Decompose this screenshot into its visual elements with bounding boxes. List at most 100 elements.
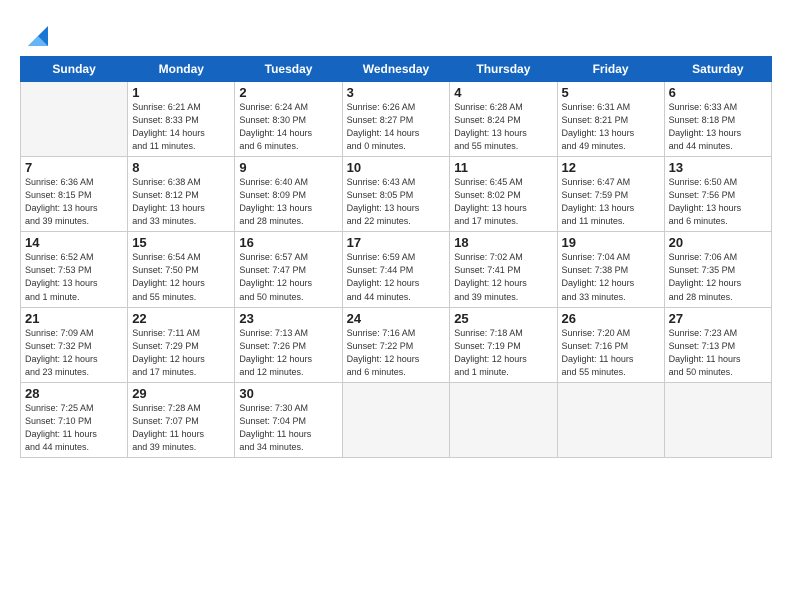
calendar-cell [664,382,771,457]
day-number: 13 [669,160,767,175]
day-info: Sunrise: 6:47 AMSunset: 7:59 PMDaylight:… [562,176,660,228]
calendar-week-1: 1Sunrise: 6:21 AMSunset: 8:33 PMDaylight… [21,82,772,157]
calendar-header-thursday: Thursday [450,57,557,82]
calendar-cell: 23Sunrise: 7:13 AMSunset: 7:26 PMDayligh… [235,307,342,382]
calendar-cell: 25Sunrise: 7:18 AMSunset: 7:19 PMDayligh… [450,307,557,382]
day-number: 7 [25,160,123,175]
day-number: 15 [132,235,230,250]
day-info: Sunrise: 7:11 AMSunset: 7:29 PMDaylight:… [132,327,230,379]
day-number: 18 [454,235,552,250]
day-info: Sunrise: 7:04 AMSunset: 7:38 PMDaylight:… [562,251,660,303]
day-info: Sunrise: 6:59 AMSunset: 7:44 PMDaylight:… [347,251,446,303]
day-number: 16 [239,235,337,250]
day-info: Sunrise: 6:50 AMSunset: 7:56 PMDaylight:… [669,176,767,228]
calendar-cell: 9Sunrise: 6:40 AMSunset: 8:09 PMDaylight… [235,157,342,232]
day-number: 11 [454,160,552,175]
calendar-header-row: SundayMondayTuesdayWednesdayThursdayFrid… [21,57,772,82]
calendar-header-wednesday: Wednesday [342,57,450,82]
calendar-cell: 4Sunrise: 6:28 AMSunset: 8:24 PMDaylight… [450,82,557,157]
day-info: Sunrise: 7:23 AMSunset: 7:13 PMDaylight:… [669,327,767,379]
calendar-cell: 20Sunrise: 7:06 AMSunset: 7:35 PMDayligh… [664,232,771,307]
day-number: 23 [239,311,337,326]
day-info: Sunrise: 6:54 AMSunset: 7:50 PMDaylight:… [132,251,230,303]
day-info: Sunrise: 7:18 AMSunset: 7:19 PMDaylight:… [454,327,552,379]
day-number: 30 [239,386,337,401]
day-info: Sunrise: 6:45 AMSunset: 8:02 PMDaylight:… [454,176,552,228]
day-number: 14 [25,235,123,250]
calendar-cell [342,382,450,457]
calendar-week-4: 21Sunrise: 7:09 AMSunset: 7:32 PMDayligh… [21,307,772,382]
day-info: Sunrise: 6:33 AMSunset: 8:18 PMDaylight:… [669,101,767,153]
calendar-cell [557,382,664,457]
calendar-cell: 8Sunrise: 6:38 AMSunset: 8:12 PMDaylight… [128,157,235,232]
day-info: Sunrise: 7:02 AMSunset: 7:41 PMDaylight:… [454,251,552,303]
day-info: Sunrise: 7:30 AMSunset: 7:04 PMDaylight:… [239,402,337,454]
day-info: Sunrise: 6:57 AMSunset: 7:47 PMDaylight:… [239,251,337,303]
day-number: 26 [562,311,660,326]
day-info: Sunrise: 6:28 AMSunset: 8:24 PMDaylight:… [454,101,552,153]
day-info: Sunrise: 6:24 AMSunset: 8:30 PMDaylight:… [239,101,337,153]
calendar-cell: 18Sunrise: 7:02 AMSunset: 7:41 PMDayligh… [450,232,557,307]
day-number: 1 [132,85,230,100]
calendar-cell: 6Sunrise: 6:33 AMSunset: 8:18 PMDaylight… [664,82,771,157]
day-info: Sunrise: 7:20 AMSunset: 7:16 PMDaylight:… [562,327,660,379]
calendar-cell [450,382,557,457]
calendar-cell: 14Sunrise: 6:52 AMSunset: 7:53 PMDayligh… [21,232,128,307]
day-number: 12 [562,160,660,175]
calendar-header-sunday: Sunday [21,57,128,82]
day-number: 4 [454,85,552,100]
calendar-cell: 29Sunrise: 7:28 AMSunset: 7:07 PMDayligh… [128,382,235,457]
calendar-cell: 24Sunrise: 7:16 AMSunset: 7:22 PMDayligh… [342,307,450,382]
calendar-cell: 30Sunrise: 7:30 AMSunset: 7:04 PMDayligh… [235,382,342,457]
calendar-cell: 11Sunrise: 6:45 AMSunset: 8:02 PMDayligh… [450,157,557,232]
day-info: Sunrise: 6:36 AMSunset: 8:15 PMDaylight:… [25,176,123,228]
day-number: 5 [562,85,660,100]
calendar-cell: 2Sunrise: 6:24 AMSunset: 8:30 PMDaylight… [235,82,342,157]
day-info: Sunrise: 6:40 AMSunset: 8:09 PMDaylight:… [239,176,337,228]
day-number: 17 [347,235,446,250]
day-number: 8 [132,160,230,175]
calendar-cell: 5Sunrise: 6:31 AMSunset: 8:21 PMDaylight… [557,82,664,157]
calendar-cell: 7Sunrise: 6:36 AMSunset: 8:15 PMDaylight… [21,157,128,232]
header [20,18,772,50]
calendar-header-saturday: Saturday [664,57,771,82]
day-info: Sunrise: 6:21 AMSunset: 8:33 PMDaylight:… [132,101,230,153]
day-info: Sunrise: 6:26 AMSunset: 8:27 PMDaylight:… [347,101,446,153]
calendar-week-2: 7Sunrise: 6:36 AMSunset: 8:15 PMDaylight… [21,157,772,232]
day-number: 6 [669,85,767,100]
day-info: Sunrise: 6:31 AMSunset: 8:21 PMDaylight:… [562,101,660,153]
page: SundayMondayTuesdayWednesdayThursdayFrid… [0,0,792,612]
day-number: 19 [562,235,660,250]
calendar-cell [21,82,128,157]
calendar-cell: 27Sunrise: 7:23 AMSunset: 7:13 PMDayligh… [664,307,771,382]
calendar-week-3: 14Sunrise: 6:52 AMSunset: 7:53 PMDayligh… [21,232,772,307]
day-number: 28 [25,386,123,401]
day-info: Sunrise: 7:16 AMSunset: 7:22 PMDaylight:… [347,327,446,379]
calendar-cell: 28Sunrise: 7:25 AMSunset: 7:10 PMDayligh… [21,382,128,457]
day-info: Sunrise: 7:06 AMSunset: 7:35 PMDaylight:… [669,251,767,303]
day-number: 29 [132,386,230,401]
calendar: SundayMondayTuesdayWednesdayThursdayFrid… [20,56,772,458]
day-info: Sunrise: 6:52 AMSunset: 7:53 PMDaylight:… [25,251,123,303]
day-info: Sunrise: 7:25 AMSunset: 7:10 PMDaylight:… [25,402,123,454]
logo [20,22,52,50]
day-number: 27 [669,311,767,326]
day-number: 22 [132,311,230,326]
calendar-header-tuesday: Tuesday [235,57,342,82]
calendar-cell: 10Sunrise: 6:43 AMSunset: 8:05 PMDayligh… [342,157,450,232]
calendar-cell: 17Sunrise: 6:59 AMSunset: 7:44 PMDayligh… [342,232,450,307]
day-number: 3 [347,85,446,100]
calendar-cell: 3Sunrise: 6:26 AMSunset: 8:27 PMDaylight… [342,82,450,157]
day-number: 9 [239,160,337,175]
calendar-header-monday: Monday [128,57,235,82]
calendar-cell: 15Sunrise: 6:54 AMSunset: 7:50 PMDayligh… [128,232,235,307]
calendar-cell: 19Sunrise: 7:04 AMSunset: 7:38 PMDayligh… [557,232,664,307]
day-info: Sunrise: 7:13 AMSunset: 7:26 PMDaylight:… [239,327,337,379]
day-number: 24 [347,311,446,326]
day-info: Sunrise: 6:38 AMSunset: 8:12 PMDaylight:… [132,176,230,228]
calendar-week-5: 28Sunrise: 7:25 AMSunset: 7:10 PMDayligh… [21,382,772,457]
logo-icon [24,22,52,50]
day-number: 21 [25,311,123,326]
calendar-header-friday: Friday [557,57,664,82]
day-info: Sunrise: 6:43 AMSunset: 8:05 PMDaylight:… [347,176,446,228]
